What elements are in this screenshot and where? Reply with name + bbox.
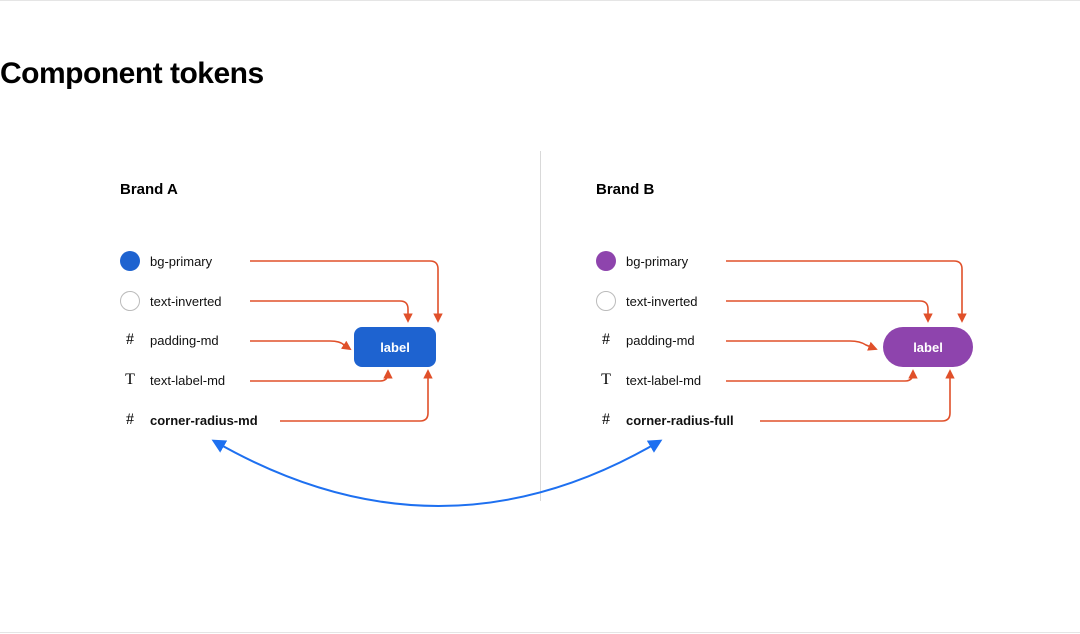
page-title: Component tokens: [0, 57, 264, 91]
hash-icon: #: [596, 331, 616, 349]
token-row-text-b: text-inverted: [596, 291, 698, 311]
token-row-label-a: T text-label-md: [120, 371, 225, 389]
token-label: bg-primary: [626, 254, 688, 269]
token-label: text-label-md: [626, 373, 701, 388]
token-label: text-label-md: [150, 373, 225, 388]
token-row-radius-a: # corner-radius-md: [120, 411, 258, 429]
hash-icon: #: [596, 411, 616, 429]
button-label: label: [913, 340, 943, 355]
token-row-padding-b: # padding-md: [596, 331, 695, 349]
color-swatch-icon: [596, 251, 616, 271]
token-label: text-inverted: [150, 294, 222, 309]
brand-a-heading: Brand A: [120, 181, 178, 198]
token-label: bg-primary: [150, 254, 212, 269]
type-icon: T: [596, 371, 616, 389]
token-row-bg-a: bg-primary: [120, 251, 212, 271]
brand-b-button: label: [883, 327, 973, 367]
token-row-text-a: text-inverted: [120, 291, 222, 311]
type-icon: T: [120, 371, 140, 389]
color-swatch-outline-icon: [596, 291, 616, 311]
token-row-padding-a: # padding-md: [120, 331, 219, 349]
token-label: padding-md: [626, 333, 695, 348]
token-label: text-inverted: [626, 294, 698, 309]
brand-link-arrow: [214, 441, 660, 506]
token-label: padding-md: [150, 333, 219, 348]
token-row-label-b: T text-label-md: [596, 371, 701, 389]
hash-icon: #: [120, 411, 140, 429]
hash-icon: #: [120, 331, 140, 349]
button-label: label: [380, 340, 410, 355]
token-label: corner-radius-md: [150, 413, 258, 428]
token-row-bg-b: bg-primary: [596, 251, 688, 271]
brand-divider: [540, 151, 541, 501]
brand-b-heading: Brand B: [596, 181, 654, 198]
color-swatch-outline-icon: [120, 291, 140, 311]
token-row-radius-b: # corner-radius-full: [596, 411, 734, 429]
brand-a-button: label: [354, 327, 436, 367]
color-swatch-icon: [120, 251, 140, 271]
token-label: corner-radius-full: [626, 413, 734, 428]
